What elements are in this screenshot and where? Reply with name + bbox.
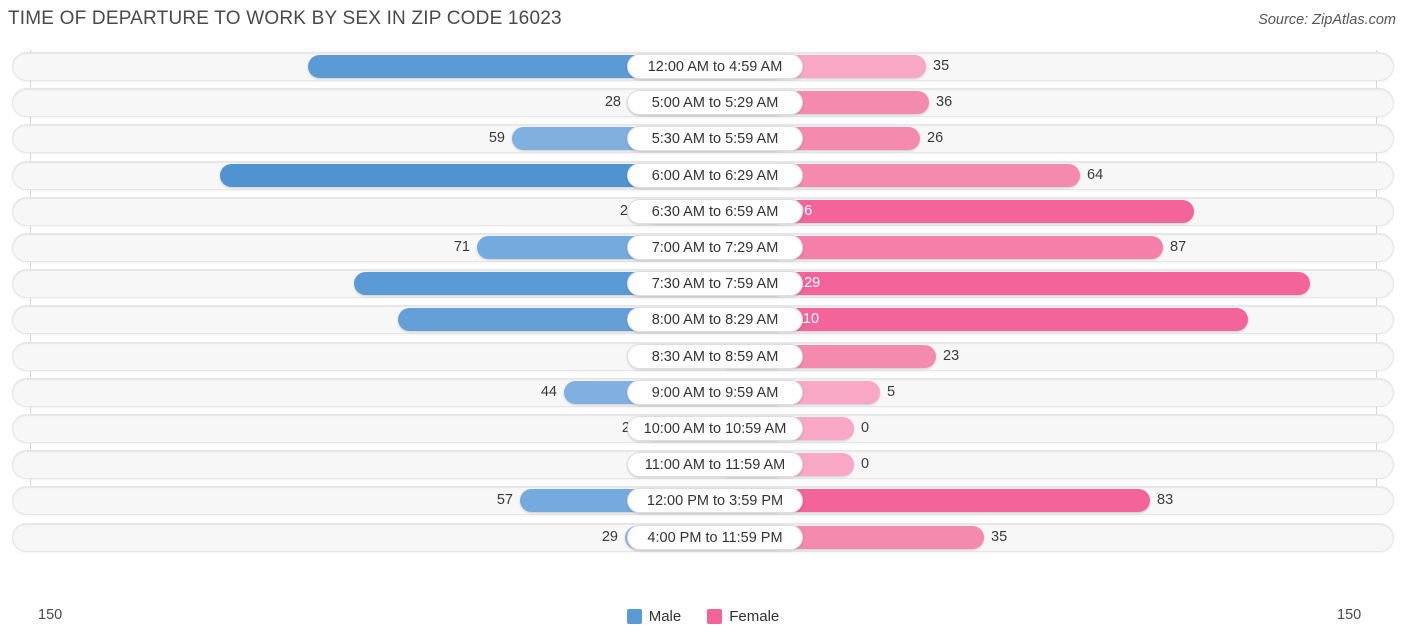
female-value-label: 0 [861, 420, 870, 436]
table-row: 23966:30 AM to 6:59 AM [12, 196, 1394, 226]
female-value-label: 35 [933, 58, 950, 74]
table-row: 145646:00 AM to 6:29 AM [12, 160, 1394, 190]
female-bar[interactable]: 35 [786, 525, 1007, 549]
category-label: 5:00 AM to 5:29 AM [627, 90, 803, 116]
female-value-label: 64 [1087, 166, 1104, 183]
category-label: 12:00 PM to 3:59 PM [627, 488, 803, 514]
male-value-label: 28 [604, 94, 621, 111]
female-value-label: 26 [927, 130, 944, 147]
female-value-label: 83 [1157, 492, 1174, 509]
category-label: 6:00 AM to 6:29 AM [627, 162, 803, 188]
category-label: 6:30 AM to 6:59 AM [627, 198, 803, 224]
male-value-label: 29 [601, 528, 618, 545]
female-bar[interactable]: 36 [786, 91, 952, 115]
legend-label: Female [729, 608, 780, 625]
legend-swatch-icon [626, 609, 642, 624]
male-value-label: 57 [496, 492, 513, 509]
chart-legend: Male Female [0, 608, 1406, 625]
category-label: 8:00 AM to 8:29 AM [627, 307, 803, 333]
source-attribution: Source: ZipAtlas.com [1258, 12, 1396, 28]
female-bar[interactable]: 23 [786, 344, 959, 368]
category-label: 9:00 AM to 9:59 AM [627, 379, 803, 405]
female-bar[interactable]: 35 [786, 55, 949, 78]
female-bar[interactable]: 87 [786, 236, 1186, 259]
table-row: 1213512:00 AM to 4:59 AM [12, 52, 1394, 81]
female-value-label: 5 [887, 383, 896, 400]
male-value-label: 44 [540, 383, 557, 400]
female-value-label: 87 [1170, 239, 1187, 255]
legend-label: Male [648, 608, 682, 625]
female-bar[interactable]: 64 [786, 163, 1103, 187]
female-bar[interactable]: 26 [786, 127, 943, 151]
category-label: 7:30 AM to 7:59 AM [627, 271, 803, 297]
category-label: 11:00 AM to 11:59 AM [627, 452, 803, 478]
table-row: 44 5 9:00 AM to 9:59 AM [12, 377, 1394, 407]
table-row: 59 26 5:30 AM to 5:59 AM [12, 124, 1394, 154]
table-row: 0238:30 AM to 8:59 AM [12, 341, 1394, 371]
female-bar[interactable]: 83 [786, 489, 1173, 513]
female-value-label: 35 [991, 528, 1008, 545]
female-bar[interactable]: 96 [786, 199, 1194, 223]
female-value-label: 36 [936, 94, 953, 111]
category-label: 7:00 AM to 7:29 AM [627, 235, 803, 260]
table-row: 29 35 4:00 PM to 11:59 PM [12, 522, 1394, 552]
category-label: 8:30 AM to 8:59 AM [627, 343, 803, 369]
category-label: 5:30 AM to 5:59 AM [627, 126, 803, 152]
category-label: 12:00 AM to 4:59 AM [627, 54, 803, 79]
category-label: 10:00 AM to 10:59 AM [627, 416, 803, 441]
male-value-label: 71 [453, 239, 470, 255]
legend-item[interactable]: Male [626, 608, 682, 625]
female-bar[interactable]: 129 [786, 272, 1310, 296]
legend-swatch-icon [707, 609, 723, 624]
table-row: 1061297:30 AM to 7:59 AM [12, 269, 1394, 299]
table-row: 0011:00 AM to 11:59 AM [12, 450, 1394, 480]
table-row: 57 83 12:00 PM to 3:59 PM [12, 486, 1394, 516]
table-row: 931108:00 AM to 8:29 AM [12, 305, 1394, 335]
male-value-label: 59 [488, 130, 505, 147]
female-value-label: 0 [861, 456, 870, 473]
chart-plot-area: 1213512:00 AM to 4:59 AM28365:00 AM to 5… [0, 50, 1406, 625]
table-row: 28 36 5:00 AM to 5:29 AM [12, 88, 1394, 118]
legend-item[interactable]: Female [707, 608, 779, 625]
female-bar[interactable]: 110 [786, 308, 1248, 332]
table-row: 22010:00 AM to 10:59 AM [12, 414, 1394, 443]
category-label: 4:00 PM to 11:59 PM [627, 524, 803, 550]
female-value-label: 23 [943, 347, 960, 364]
table-row: 71 87 7:00 AM to 7:29 AM [12, 233, 1394, 262]
page-title: TIME OF DEPARTURE TO WORK BY SEX IN ZIP … [8, 8, 562, 29]
